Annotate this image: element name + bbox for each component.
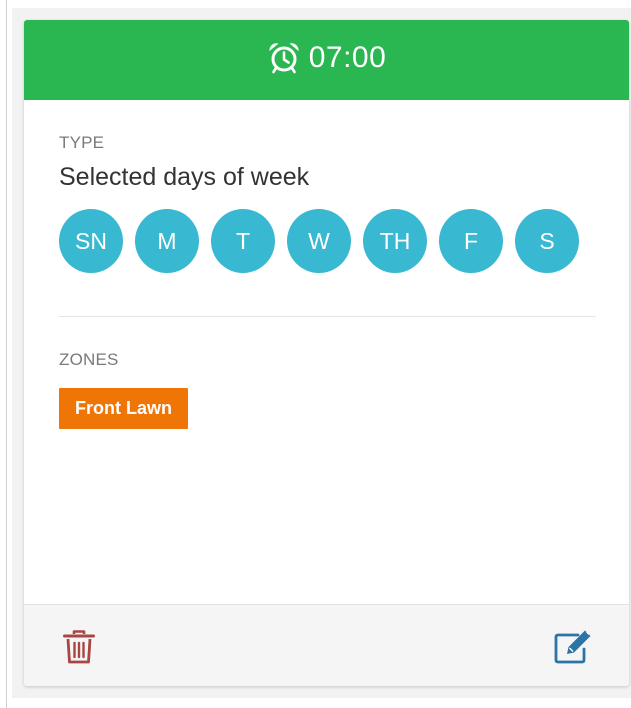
section-divider [59,316,596,317]
type-label: TYPE [59,133,105,152]
alarm-time: 07:00 [308,41,387,74]
edit-button[interactable] [552,627,596,665]
day-thursday[interactable]: TH [363,209,427,273]
page: 07:00 TYPE Selected days of week SN M T … [0,0,631,708]
trash-icon [62,629,96,665]
card-header: 07:00 [24,20,629,100]
day-wednesday[interactable]: W [287,209,351,273]
day-monday[interactable]: M [135,209,199,273]
left-panel-edge [0,0,7,708]
day-saturday[interactable]: S [515,209,579,273]
type-value: Selected days of week [59,163,310,191]
schedule-card: 07:00 TYPE Selected days of week SN M T … [24,20,629,686]
day-sunday[interactable]: SN [59,209,123,273]
day-friday[interactable]: F [439,209,503,273]
edit-icon [552,627,596,665]
alarm-clock-icon [267,41,301,75]
day-tuesday[interactable]: T [211,209,275,273]
header-content: 07:00 [267,41,387,75]
zone-tag-front-lawn[interactable]: Front Lawn [59,388,188,429]
delete-button[interactable] [62,629,96,665]
days-of-week: SN M T W TH F S [59,209,579,273]
card-footer [24,604,629,686]
zones-label: ZONES [59,350,119,369]
